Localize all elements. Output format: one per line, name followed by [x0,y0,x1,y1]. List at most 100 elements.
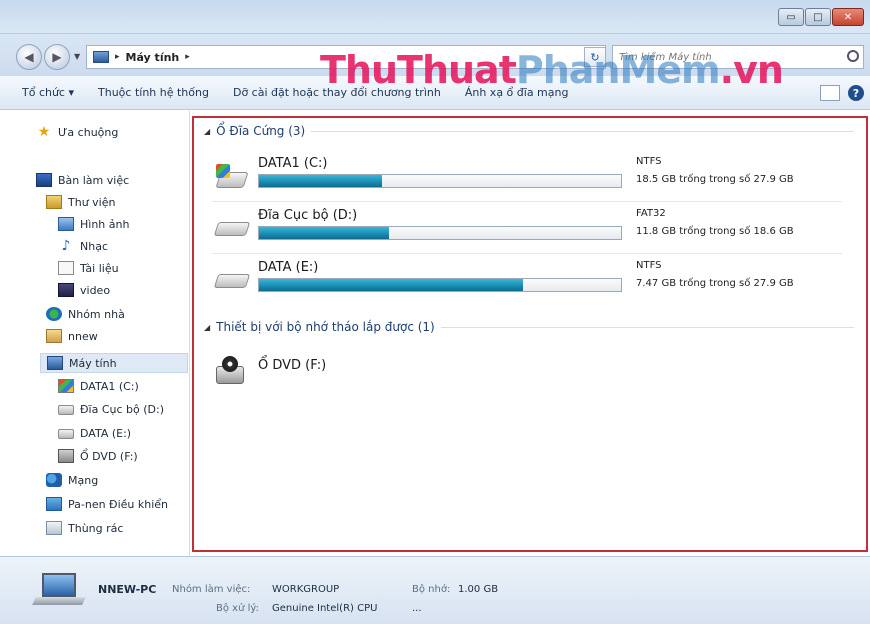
sidebar-item-label: video [80,283,111,297]
cpu-more: ... [412,603,422,614]
dvd-drive-name[interactable]: Ổ DVD (F:) [258,358,326,373]
change-view-icon[interactable] [820,85,840,101]
search-icon[interactable] [847,50,859,62]
forward-button[interactable]: ▶ [44,44,70,70]
usage-bar [258,278,622,292]
network-icon [46,473,62,487]
sidebar-item-drive-f[interactable]: Ổ DVD (F:) [58,449,138,463]
collapse-triangle-icon[interactable]: ◢ [204,127,210,136]
help-icon[interactable]: ? [848,85,864,101]
user-folder-icon [46,329,62,343]
drive-name: Đĩa Cục bộ (D:) [258,208,358,223]
sidebar-item-drive-d[interactable]: Đĩa Cục bộ (D:) [58,403,164,416]
pc-name: NNEW-PC [98,583,157,596]
sidebar-item-label: Đĩa Cục bộ (D:) [80,403,164,416]
control-panel-icon [46,497,62,511]
recent-pages-icon[interactable]: ▼ [74,52,80,61]
free-space-label: 7.47 GB trống trong số 27.9 GB [636,278,794,289]
collapse-triangle-icon[interactable]: ◢ [204,323,210,332]
sidebar-item-label: Mạng [68,473,99,487]
sidebar-item-video[interactable]: video [58,283,110,297]
sidebar-item-libraries[interactable]: Thư viện [46,195,115,209]
sidebar-item-label: Thùng rác [68,521,124,535]
cpu-label: Bộ xử lý: [216,603,259,614]
recycle-bin-icon [46,521,62,535]
group-header-hard-drives[interactable]: ◢ Ổ Đĩa Cứng (3) [204,124,854,138]
dvd-drive-icon [58,449,74,463]
sidebar-item-label: Nhóm nhà [68,307,125,321]
sidebar-item-pictures[interactable]: Hình ảnh [58,217,129,231]
watermark-part3: .vn [719,48,784,92]
windows-drive-icon [215,164,249,188]
sidebar-item-label: Tài liệu [80,261,119,275]
system-properties-button[interactable]: Thuộc tính hệ thống [86,86,221,99]
drive-name: DATA (E:) [258,260,319,275]
hard-drive-icon [213,268,251,290]
back-button[interactable]: ◀ [16,44,42,70]
group-divider [440,326,854,328]
sidebar-item-drive-c[interactable]: DATA1 (C:) [58,379,139,393]
library-icon [46,195,62,209]
watermark-part1: ThuThuat [320,48,517,92]
document-icon [58,261,74,275]
pictures-icon [58,217,74,231]
organize-menu[interactable]: Tổ chức ▾ [0,86,86,99]
sidebar-item-recycle-bin[interactable]: Thùng rác [46,521,123,535]
sidebar-item-music[interactable]: ♪ Nhạc [58,239,108,253]
drive-item-c[interactable]: DATA1 (C:) NTFS 18.5 GB trống trong số 2… [212,152,842,202]
close-button[interactable]: ✕ [832,8,864,26]
window-controls: ▭ □ ✕ [778,8,864,26]
music-note-icon: ♪ [61,238,71,254]
computer-icon [93,51,109,63]
drives-panel: ◢ Ổ Đĩa Cứng (3) DATA1 (C:) NTFS 18.5 GB… [192,116,868,552]
homegroup-icon [46,307,62,321]
sidebar-item-label: Pa-nen Điều khiển [68,497,169,511]
usage-bar-fill [259,227,390,239]
drive-name: DATA1 (C:) [258,156,328,171]
sidebar-item-favorites[interactable]: ★ Ưa chuộng [36,124,119,140]
group-header-removable[interactable]: ◢ Thiết bị với bộ nhớ tháo lắp được (1) [204,320,854,334]
free-space-label: 18.5 GB trống trong số 27.9 GB [636,174,794,185]
sidebar-item-desktop[interactable]: Bàn làm việc [36,173,129,187]
sidebar-item-label: Máy tính [69,356,117,370]
sidebar-item-label: Ổ DVD (F:) [80,449,138,463]
windows-drive-icon [58,379,74,393]
usage-bar [258,174,622,188]
file-system-label: NTFS [636,156,662,167]
navigation-pane: ★ Ưa chuộng Bàn làm việc Thư viện Hình ả… [0,111,190,556]
sidebar-item-label: DATA1 (C:) [80,379,139,393]
workgroup-value: WORKGROUP [272,584,340,595]
drive-item-d[interactable]: Đĩa Cục bộ (D:) FAT32 11.8 GB trống tron… [212,204,842,254]
hard-drive-icon [58,428,74,439]
sidebar-item-user[interactable]: nnew [46,329,98,343]
sidebar-item-computer[interactable]: Máy tính [40,353,188,373]
file-system-label: NTFS [636,260,662,271]
sidebar-item-label: Nhạc [80,239,108,253]
star-icon: ★ [37,124,51,140]
computer-icon [47,356,63,370]
sidebar-item-control-panel[interactable]: Pa-nen Điều khiển [46,497,168,511]
workgroup-label: Nhóm làm việc: [172,584,251,595]
minimize-button[interactable]: ▭ [778,8,804,26]
breadcrumb-computer[interactable]: Máy tính [126,51,180,64]
cpu-value: Genuine Intel(R) CPU [272,603,378,614]
file-system-label: FAT32 [636,208,666,219]
maximize-button[interactable]: □ [805,8,831,26]
group-divider [311,130,854,132]
sidebar-item-homegroup[interactable]: Nhóm nhà [46,307,125,321]
watermark-part2: PhanMem [515,48,721,92]
memory-value: 1.00 GB [458,584,499,595]
watermark: ThuThuatPhanMem.vn [320,48,784,92]
hard-drive-icon [213,216,251,238]
sidebar-item-documents[interactable]: Tài liệu [58,261,119,275]
drive-item-e[interactable]: DATA (E:) NTFS 7.47 GB trống trong số 27… [212,256,842,306]
dvd-drive-icon[interactable] [216,356,248,388]
breadcrumb-arrow-icon[interactable]: ▸ [115,52,120,62]
sidebar-item-drive-e[interactable]: DATA (E:) [58,427,131,440]
free-space-label: 11.8 GB trống trong số 18.6 GB [636,226,794,237]
breadcrumb-arrow-icon[interactable]: ▸ [185,52,190,62]
group-title: Thiết bị với bộ nhớ tháo lắp được (1) [216,320,435,334]
sidebar-item-label: nnew [68,329,98,343]
sidebar-item-network[interactable]: Mạng [46,473,98,487]
title-bar: ▭ □ ✕ [0,0,870,34]
